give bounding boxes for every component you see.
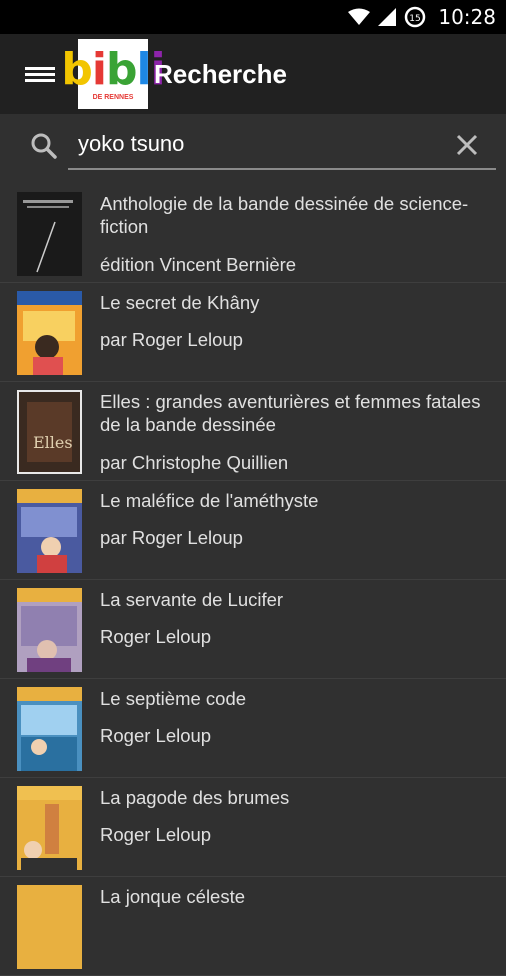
book-cover [17, 489, 82, 573]
result-title: La jonque céleste [100, 886, 246, 907]
clear-icon[interactable] [454, 132, 480, 163]
search-bar [0, 114, 506, 184]
result-title: Le maléfice de l'améthyste [100, 490, 319, 511]
list-item[interactable]: La jonque céleste [0, 877, 506, 976]
result-author: par Roger Leloup [100, 329, 243, 350]
result-author: par Roger Leloup [100, 527, 243, 548]
page-title: Recherche [154, 58, 287, 89]
battery-badge: 15 [410, 14, 421, 24]
result-author: Roger Leloup [100, 824, 212, 845]
wifi-icon [348, 8, 371, 26]
book-cover [17, 687, 82, 771]
results-list: Anthologie de la bande dessinée de scien… [0, 184, 506, 976]
status-time: 10:28 [438, 5, 496, 29]
book-cover [17, 192, 82, 276]
result-author: Roger Leloup [100, 725, 212, 746]
list-item[interactable]: Le maléfice de l'améthyste par Roger Lel… [0, 481, 506, 580]
list-item[interactable]: La servante de Lucifer Roger Leloup [0, 580, 506, 679]
result-author: édition Vincent Bernière [100, 254, 297, 275]
battery-icon: 15 [404, 6, 426, 28]
book-cover [17, 885, 82, 969]
status-bar: 15 10:28 [0, 0, 506, 34]
result-title: Le secret de Khâny [100, 292, 260, 313]
cell-signal-icon [378, 8, 397, 26]
book-cover [17, 588, 82, 672]
result-author: Roger Leloup [100, 626, 212, 647]
result-author: par Christophe Quillien [100, 452, 289, 473]
logo-subtext: DE RENNES [92, 93, 134, 101]
result-title: Le septième code [100, 688, 247, 709]
list-item[interactable]: Elles Elles : grandes aventurières et fe… [0, 382, 506, 481]
hamburger-icon [25, 64, 55, 85]
list-item[interactable]: Anthologie de la bande dessinée de scien… [0, 184, 506, 283]
book-cover [17, 786, 82, 870]
result-title: Elles : grandes aventurières et femmes f… [100, 391, 481, 435]
list-item[interactable]: La pagode des brumes Roger Leloup [0, 778, 506, 877]
result-title: Anthologie de la bande dessinée de scien… [100, 193, 469, 237]
search-input[interactable] [68, 120, 468, 168]
book-cover [17, 291, 82, 375]
app-bar: bibli DE RENNES Recherche [0, 34, 506, 114]
result-title: La pagode des brumes [100, 787, 290, 808]
list-item[interactable]: Le septième code Roger Leloup [0, 679, 506, 778]
svg-text:Elles: Elles [33, 433, 73, 452]
search-underline [68, 168, 496, 170]
result-title: La servante de Lucifer [100, 589, 284, 610]
search-icon [30, 132, 58, 165]
app-logo: bibli DE RENNES [61, 39, 166, 109]
book-cover: Elles [17, 390, 82, 474]
list-item[interactable]: Le secret de Khâny par Roger Leloup [0, 283, 506, 382]
